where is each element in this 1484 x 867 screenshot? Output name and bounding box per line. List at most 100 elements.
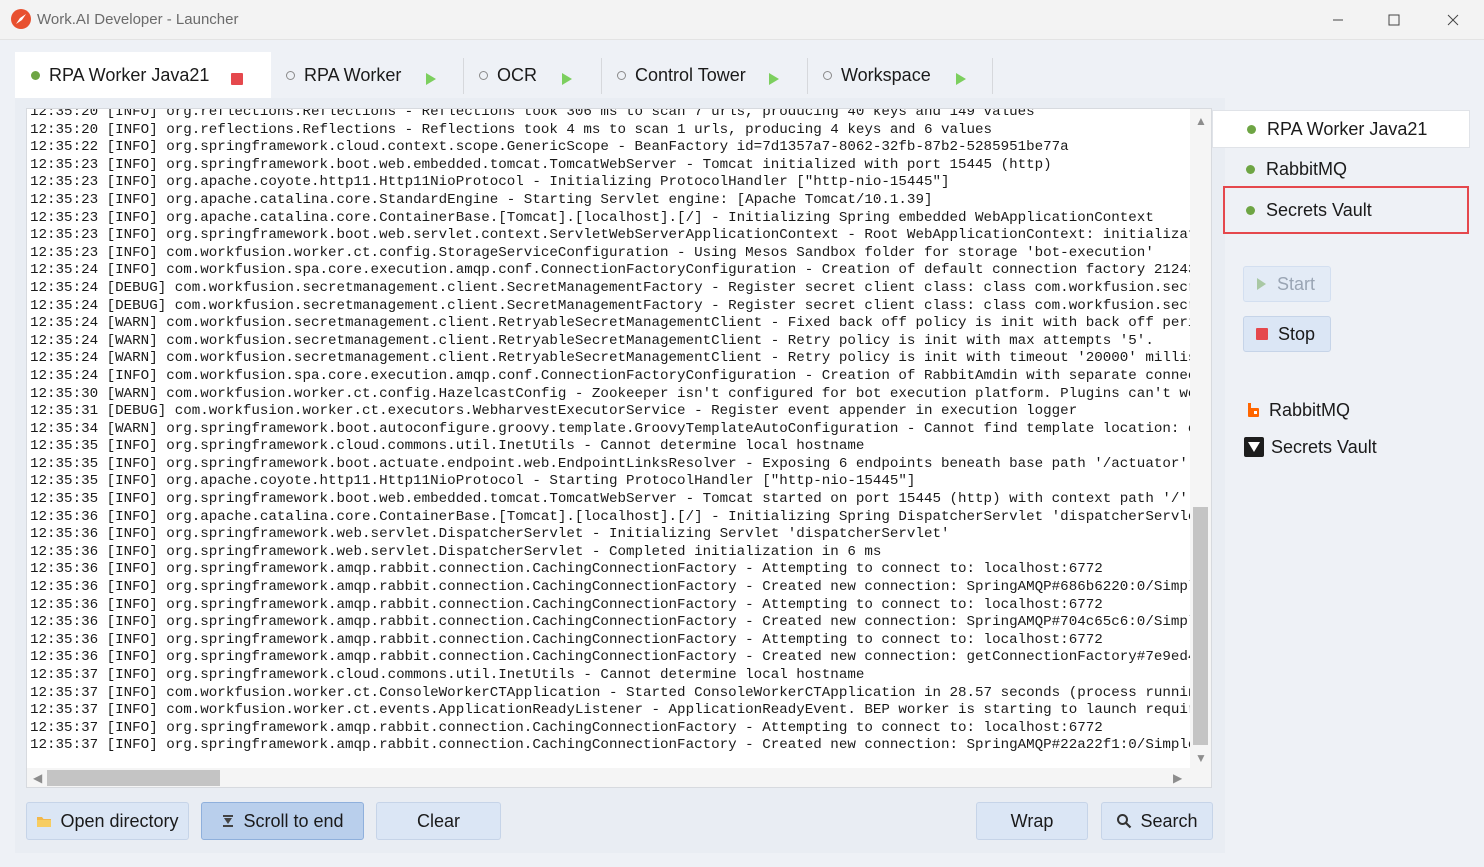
service-label: RabbitMQ: [1269, 399, 1351, 420]
search-label: Search: [1140, 810, 1198, 831]
stop-label: Stop: [1278, 323, 1316, 344]
log-line: 12:35:20 [INFO] org.reflections.Reflecti…: [30, 108, 1035, 120]
play-icon[interactable]: [561, 69, 573, 90]
log-line: 12:35:22 [INFO] org.springframework.clou…: [30, 139, 1069, 156]
log-line: 12:35:23 [INFO] com.workfusion.worker.ct…: [30, 244, 1154, 261]
log-line: 12:35:36 [INFO] org.springframework.web.…: [30, 526, 950, 543]
horizontal-scroll-thumb[interactable]: [47, 770, 220, 786]
log-line: 12:35:23 [INFO] org.springframework.boot…: [30, 227, 1190, 244]
stop-icon[interactable]: [231, 69, 243, 90]
log-line: 12:35:30 [WARN] com.workfusion.worker.ct…: [30, 385, 1190, 402]
component-label: RPA Worker Java21: [1267, 118, 1428, 139]
tab-label: Workspace: [841, 64, 931, 85]
log-line: 12:35:37 [INFO] org.springframework.amqp…: [30, 719, 1103, 736]
tab-rpa-worker-java21[interactable]: RPA Worker Java21: [15, 52, 271, 98]
log-line: 12:35:24 [INFO] com.workfusion.spa.core.…: [30, 262, 1190, 279]
log-line: 12:35:23 [INFO] org.springframework.boot…: [30, 156, 1052, 173]
log-line: 12:35:35 [INFO] org.springframework.clou…: [30, 438, 865, 455]
component-item-secrets-vault[interactable]: Secrets Vault: [1223, 186, 1469, 234]
log-line: 12:35:36 [INFO] org.springframework.amqp…: [30, 561, 1103, 578]
component-list: RPA Worker Java21 RabbitMQ Secrets Vault: [1212, 110, 1470, 240]
log-line: 12:35:24 [WARN] com.workfusion.secretman…: [30, 350, 1190, 367]
tab-label: OCR: [497, 64, 537, 85]
status-running-icon: [1247, 124, 1256, 134]
log-line: 12:35:36 [INFO] org.springframework.web.…: [30, 543, 882, 560]
log-line: 12:35:23 [INFO] org.apache.catalina.core…: [30, 191, 933, 208]
search-icon: [1116, 813, 1132, 829]
component-item-rabbitmq[interactable]: RabbitMQ: [1212, 150, 1470, 188]
log-line: 12:35:34 [WARN] org.springframework.boot…: [30, 420, 1190, 437]
log-line: 12:35:24 [DEBUG] com.workfusion.secretma…: [30, 297, 1190, 314]
title-bar: Work.AI Developer - Launcher: [0, 0, 1484, 40]
horizontal-scrollbar[interactable]: ◀ ▶: [27, 768, 1211, 787]
play-icon[interactable]: [768, 69, 780, 90]
maximize-icon[interactable]: [1366, 0, 1422, 40]
vault-icon: [1244, 437, 1264, 457]
log-line: 12:35:24 [INFO] com.workfusion.spa.core.…: [30, 367, 1190, 384]
open-directory-label: Open directory: [60, 810, 179, 831]
status-running-icon: [1246, 164, 1255, 174]
tab-divider: [992, 58, 993, 94]
status-running-icon: [1246, 205, 1255, 215]
component-label: RabbitMQ: [1266, 158, 1348, 179]
tab-control-tower[interactable]: Control Tower: [602, 52, 806, 98]
wrap-button[interactable]: Wrap: [976, 802, 1088, 840]
scroll-end-icon: [221, 814, 235, 828]
log-line: 12:35:37 [INFO] com.workfusion.worker.ct…: [30, 684, 1190, 701]
log-line: 12:35:20 [INFO] org.reflections.Reflecti…: [30, 121, 993, 138]
tab-ocr[interactable]: OCR: [464, 52, 600, 98]
log-line: 12:35:23 [INFO] org.apache.coyote.http11…: [30, 174, 950, 191]
rabbitmq-icon: [1244, 401, 1262, 419]
status-running-icon: [31, 70, 40, 80]
vertical-scrollbar[interactable]: ▲ ▼: [1190, 109, 1211, 769]
log-line: 12:35:37 [INFO] org.springframework.amqp…: [30, 737, 1190, 754]
tab-label: RPA Worker: [304, 64, 402, 85]
log-line: 12:35:24 [WARN] com.workfusion.secretman…: [30, 332, 1154, 349]
clear-button[interactable]: Clear: [376, 802, 501, 840]
log-line: 12:35:35 [INFO] org.apache.coyote.http11…: [30, 473, 916, 490]
wrap-label: Wrap: [1010, 810, 1054, 831]
log-line: 12:35:36 [INFO] org.springframework.amqp…: [30, 596, 1103, 613]
play-icon: [1256, 278, 1267, 290]
folder-icon: [36, 814, 52, 828]
play-icon[interactable]: [955, 69, 967, 90]
tab-rpa-worker[interactable]: RPA Worker: [271, 52, 463, 98]
close-icon[interactable]: [1425, 0, 1481, 40]
status-stopped-icon: [286, 70, 295, 80]
service-secrets-vault[interactable]: Secrets Vault: [1244, 435, 1377, 459]
vertical-scroll-thumb[interactable]: [1193, 507, 1208, 745]
log-lines: 12:35:20 [INFO] org.reflections.Reflecti…: [30, 108, 1190, 764]
open-directory-button[interactable]: Open directory: [26, 802, 189, 840]
log-line: 12:35:23 [INFO] org.apache.catalina.core…: [30, 209, 1154, 226]
minimize-icon[interactable]: [1310, 0, 1366, 40]
scroll-down-icon[interactable]: ▼: [1195, 752, 1207, 764]
app-logo-icon: [11, 9, 31, 29]
scroll-left-icon[interactable]: ◀: [33, 772, 42, 784]
scroll-up-icon[interactable]: ▲: [1195, 115, 1207, 127]
status-stopped-icon: [479, 70, 488, 80]
scroll-to-end-label: Scroll to end: [243, 810, 344, 831]
log-line: 12:35:36 [INFO] org.apache.catalina.core…: [30, 508, 1190, 525]
tab-workspace[interactable]: Workspace: [808, 52, 992, 98]
log-line: 12:35:36 [INFO] org.springframework.amqp…: [30, 579, 1190, 596]
stop-icon: [1256, 328, 1268, 340]
scroll-to-end-button[interactable]: Scroll to end: [201, 802, 364, 840]
status-stopped-icon: [617, 70, 626, 80]
log-line: 12:35:36 [INFO] org.springframework.amqp…: [30, 649, 1190, 666]
start-button[interactable]: Start: [1243, 266, 1331, 302]
log-output[interactable]: 12:35:20 [INFO] org.reflections.Reflecti…: [26, 108, 1212, 788]
play-icon[interactable]: [425, 69, 437, 90]
log-line: 12:35:31 [DEBUG] com.workfusion.worker.c…: [30, 403, 1078, 420]
search-button[interactable]: Search: [1101, 802, 1213, 840]
scroll-right-icon[interactable]: ▶: [1173, 772, 1182, 784]
window-title: Work.AI Developer - Launcher: [37, 11, 239, 28]
log-line: 12:35:37 [INFO] org.springframework.clou…: [30, 667, 865, 683]
status-stopped-icon: [823, 70, 832, 80]
component-item-rpa-worker-java21[interactable]: RPA Worker Java21: [1212, 110, 1470, 148]
log-line: 12:35:36 [INFO] org.springframework.amqp…: [30, 614, 1190, 631]
log-line: 12:35:37 [INFO] com.workfusion.worker.ct…: [30, 702, 1190, 719]
service-rabbitmq[interactable]: RabbitMQ: [1244, 398, 1350, 422]
component-label: Secrets Vault: [1266, 199, 1372, 220]
stop-button[interactable]: Stop: [1243, 316, 1331, 352]
clear-label: Clear: [416, 810, 460, 831]
